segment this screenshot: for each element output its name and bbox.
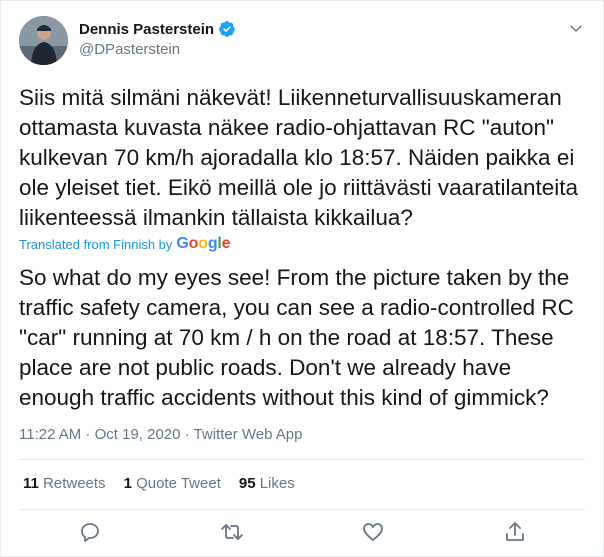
retweets-count: 11	[23, 475, 39, 492]
tweet-stats: 11 Retweets 1 Quote Tweet 95 Likes	[23, 475, 295, 492]
quote-label: Quote Tweet	[136, 475, 221, 492]
likes-count: 95	[238, 475, 256, 492]
action-bar	[1, 516, 604, 550]
translation-attribution: Translated from Finnish by Google	[19, 235, 231, 253]
reply-icon[interactable]	[78, 520, 102, 544]
divider	[19, 459, 585, 460]
quote-count: 1	[123, 475, 132, 492]
tweet-card: Dennis Pasterstein @DPasterstein Siis mi…	[0, 0, 604, 557]
retweets-label: Retweets	[43, 475, 106, 492]
retweets-stat[interactable]: 11 Retweets	[23, 475, 106, 492]
tweet-original-text: Siis mitä silmäni näkevät! Liikenneturva…	[19, 85, 585, 230]
author-name-row[interactable]: Dennis Pasterstein	[79, 20, 236, 38]
likes-stat[interactable]: 95 Likes	[239, 475, 295, 492]
author-name[interactable]: Dennis Pasterstein	[79, 21, 214, 38]
tweet-translated-text: So what do my eyes see! From the picture…	[19, 265, 581, 410]
chevron-down-icon[interactable]	[567, 19, 585, 37]
tweet-timestamp[interactable]: 11:22 AM · Oct 19, 2020 · Twitter Web Ap…	[19, 426, 302, 443]
avatar-image	[19, 16, 68, 65]
divider	[19, 509, 585, 510]
verified-badge-icon	[219, 21, 235, 37]
share-icon[interactable]	[503, 520, 527, 544]
translated-label: Translated from Finnish by	[19, 236, 173, 252]
avatar[interactable]	[19, 16, 68, 65]
author-handle[interactable]: @DPasterstein	[79, 41, 180, 58]
like-icon[interactable]	[361, 520, 385, 544]
quote-tweets-stat[interactable]: 1 Quote Tweet	[124, 475, 221, 492]
retweet-icon[interactable]	[220, 520, 244, 544]
likes-label: Likes	[259, 475, 295, 492]
google-logo: Google	[176, 235, 231, 252]
